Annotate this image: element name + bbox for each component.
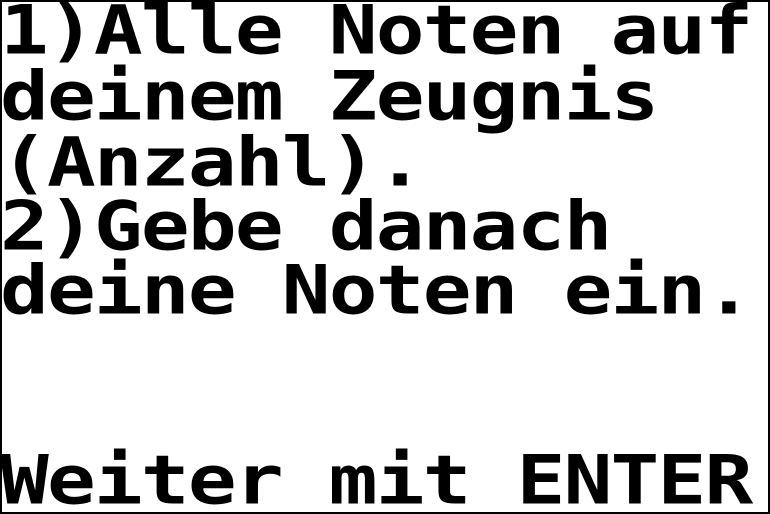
- instruction-line-1: 1)Alle Noten auf: [0, 0, 753, 71]
- calculator-screen: 1)Alle Noten auf deinem Zeugnis (Anzahl)…: [0, 0, 770, 514]
- continue-prompt: Weiter mit ENTER: [0, 441, 753, 514]
- instruction-line-2: deinem Zeugnis: [0, 57, 659, 137]
- instruction-line-3: (Anzahl).: [0, 123, 425, 203]
- instruction-line-4: 2)Gebe danach: [0, 187, 612, 267]
- instruction-line-5: deine Noten ein.: [0, 251, 753, 331]
